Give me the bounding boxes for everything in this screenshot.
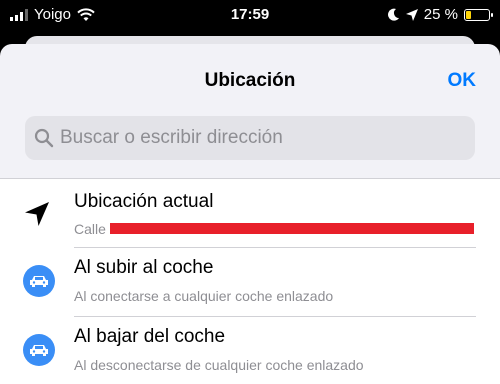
- search-field[interactable]: Buscar o escribir dirección: [25, 116, 475, 160]
- search-input[interactable]: Buscar o escribir dirección: [60, 127, 283, 149]
- list-item-subtitle: Al conectarse a cualquier coche enlazado: [74, 288, 334, 304]
- battery-percent: 25 %: [423, 6, 458, 23]
- list-item-car-disconnect[interactable]: Al bajar del coche Al desconectarse de c…: [0, 317, 500, 384]
- list-item-title: Al bajar del coche: [74, 326, 226, 347]
- list-item-current-location[interactable]: Ubicación actual Calle: [0, 179, 500, 247]
- redacted-address: [110, 223, 474, 234]
- location-options-list: Ubicación actual Calle Al subir al coche…: [0, 178, 500, 384]
- location-arrow-icon: [25, 202, 49, 226]
- location-arrow-icon: [405, 8, 418, 21]
- car-icon: [30, 345, 48, 356]
- status-bar: Yoigo 17:59 25 %: [0, 0, 500, 30]
- list-item-title: Al subir al coche: [74, 257, 214, 278]
- car-icon: [30, 276, 48, 287]
- ok-button[interactable]: OK: [448, 70, 477, 92]
- car-badge: [23, 334, 55, 366]
- list-item-title: Ubicación actual: [74, 191, 214, 212]
- list-item-subtitle: Al desconectarse de cualquier coche enla…: [74, 357, 364, 373]
- battery-level: [466, 10, 471, 19]
- battery-icon: [464, 8, 493, 21]
- page-title: Ubicación: [204, 70, 296, 91]
- search-icon: [34, 128, 54, 148]
- list-item-subtitle: Calle: [74, 221, 106, 237]
- location-sheet: Ubicación OK Buscar o escribir dirección…: [0, 44, 500, 384]
- navigation-bar: Ubicación OK: [0, 44, 500, 116]
- moon-icon: [387, 8, 399, 21]
- status-right: 25 %: [387, 6, 493, 23]
- car-badge: [23, 265, 55, 297]
- battery-cap: [491, 12, 493, 17]
- list-item-car-connect[interactable]: Al subir al coche Al conectarse a cualqu…: [0, 248, 500, 316]
